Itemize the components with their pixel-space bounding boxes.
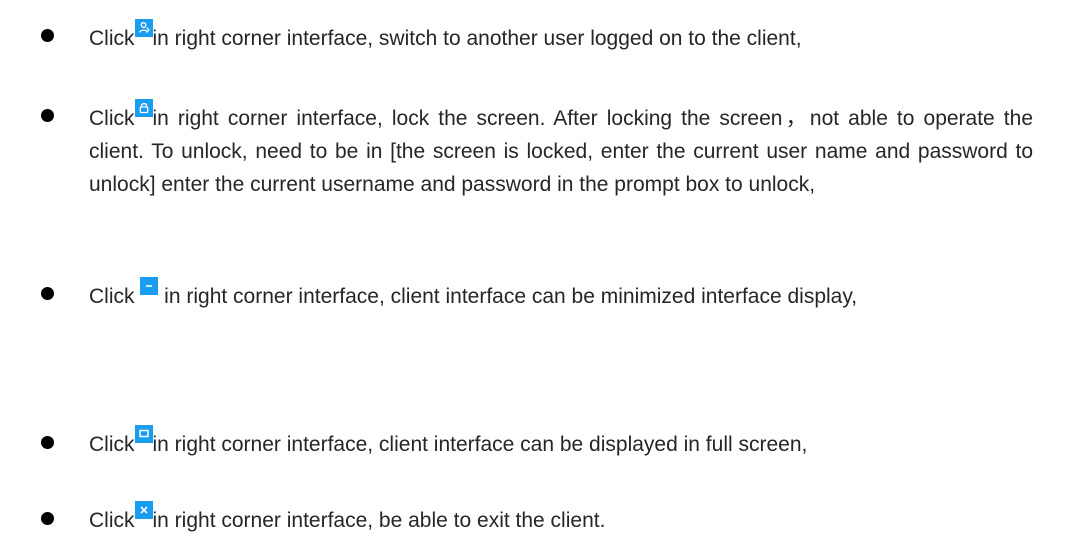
- fullscreen-icon: [134, 425, 153, 443]
- bullet-dot: [41, 512, 54, 525]
- bullet-dot: [41, 436, 54, 449]
- list-item-text: Click in right corner interface, client …: [89, 277, 1033, 313]
- item-description: in right corner interface, be able to ex…: [152, 509, 606, 532]
- click-word: Click: [89, 27, 135, 50]
- lock-icon: [134, 99, 153, 117]
- click-word: Click: [89, 509, 135, 532]
- switch-user-icon: [134, 19, 153, 37]
- close-icon: [134, 501, 153, 519]
- list-item-text: Click in right corner interface, client i…: [89, 425, 1033, 461]
- list-item-text: Click in right corner interface, be able …: [89, 501, 1033, 537]
- bullet-dot: [41, 29, 54, 42]
- item-description: in right corner interface, client interf…: [152, 433, 808, 456]
- item-description: in right corner interface, lock the scre…: [89, 107, 1033, 196]
- click-word: Click: [89, 285, 141, 308]
- item-description: in right corner interface, switch to ano…: [152, 27, 802, 50]
- list-item-text: Click in right corner interface, lock the…: [89, 99, 1033, 201]
- click-word: Click: [89, 433, 135, 456]
- click-word: Click: [89, 107, 135, 130]
- list-item-text: Click in right corner interface, switch t…: [89, 19, 1033, 55]
- minimize-icon: [140, 277, 159, 295]
- item-description: in right corner interface, client interf…: [158, 285, 858, 308]
- bullet-list: Click in right corner interface, switch t…: [0, 0, 1073, 540]
- bullet-dot: [41, 109, 54, 122]
- bullet-dot: [41, 287, 54, 300]
